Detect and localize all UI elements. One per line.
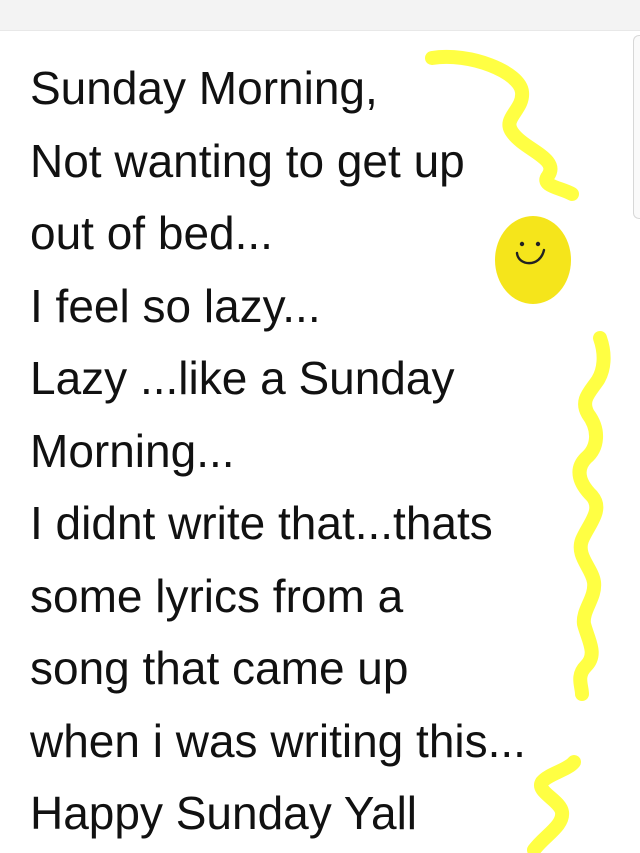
note-line: Happy Sunday Yall [30,787,418,839]
top-bar [0,0,640,31]
note-screen: Sunday Morning, Not wanting to get up ou… [0,0,640,853]
note-line: Morning... [30,424,235,477]
note-line: when i was writing this... [30,714,526,767]
note-body: Sunday Morning, Not wanting to get up ou… [30,52,526,850]
note-line: song that came up [30,642,409,694]
squiggle-line [572,331,611,701]
note-line: Sunday Morning, [30,62,378,114]
note-line: I feel so lazy... [30,279,321,332]
squiggle-line [527,755,581,853]
note-line: out of bed... [30,207,273,259]
note-line: some lyrics from a [30,569,404,622]
note-line: Lazy ...like a Sunday [30,352,455,404]
scrollbar-handle[interactable] [633,35,640,219]
note-line: Not wanting to get up [30,134,465,187]
note-line: I didnt write that...thats [30,497,493,549]
